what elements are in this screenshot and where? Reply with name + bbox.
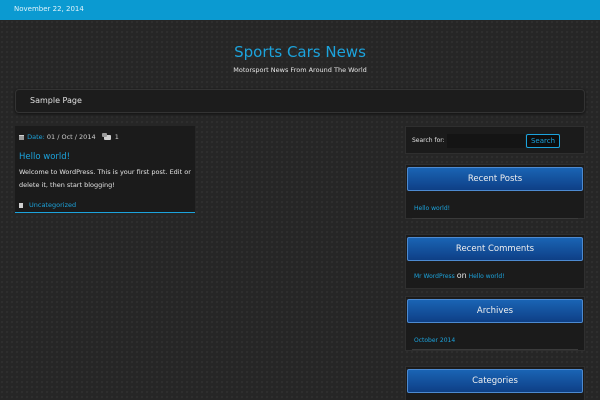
site-title[interactable]: Sports Cars News — [0, 43, 600, 61]
main-navigation: Sample Page — [15, 89, 585, 113]
post-date-label: Date: — [27, 133, 45, 141]
divider — [412, 349, 578, 350]
site-tagline: Motorsport News From Around The World — [233, 66, 367, 74]
category-link[interactable]: Uncategorized — [29, 201, 76, 209]
comment-author-link[interactable]: Mr WordPress — [414, 273, 455, 280]
categories-widget: Categories — [405, 366, 585, 400]
recent-post-link[interactable]: Hello world! — [414, 205, 450, 212]
archive-link[interactable]: October 2014 — [414, 337, 455, 344]
tag-icon — [19, 202, 23, 208]
calendar-icon — [19, 134, 24, 140]
recent-posts-widget: Recent Posts Hello world! — [405, 164, 585, 219]
comment-count[interactable]: 1 — [115, 133, 119, 141]
comment-post-link[interactable]: Hello world! — [469, 273, 505, 280]
search-widget: Search for: Search — [405, 126, 585, 154]
archives-widget: Archives October 2014 — [405, 296, 585, 351]
nav-item-sample-page[interactable]: Sample Page — [30, 96, 82, 105]
top-bar: November 22, 2014 — [0, 0, 600, 20]
archive-item: October 2014 — [414, 337, 455, 344]
recent-comments-widget: Recent Comments Mr WordPress on Hello wo… — [405, 234, 585, 289]
categories-title: Categories — [407, 369, 583, 393]
post-category: Uncategorized — [19, 201, 76, 209]
comment-connector: on — [456, 271, 467, 280]
search-input[interactable] — [447, 134, 525, 148]
post-excerpt: Welcome to WordPress. This is your first… — [19, 168, 191, 189]
recent-comment-item: Mr WordPress on Hello world! — [414, 271, 505, 280]
post-date: 01 / Oct / 2014 — [46, 133, 96, 141]
recent-posts-title: Recent Posts — [407, 167, 583, 191]
divider — [412, 218, 578, 219]
post-card: Date: 01 / Oct / 2014 1 Hello world! Wel… — [15, 126, 195, 213]
post-title-link[interactable]: Hello world! — [19, 152, 70, 162]
archives-title: Archives — [407, 299, 583, 323]
current-date: November 22, 2014 — [14, 5, 84, 13]
recent-comments-title: Recent Comments — [407, 237, 583, 261]
search-button[interactable]: Search — [526, 134, 560, 148]
recent-post-item: Hello world! — [414, 205, 450, 212]
post-meta: Date: 01 / Oct / 2014 1 — [19, 132, 119, 141]
search-label: Search for: — [412, 137, 445, 144]
comments-icon — [101, 132, 111, 140]
